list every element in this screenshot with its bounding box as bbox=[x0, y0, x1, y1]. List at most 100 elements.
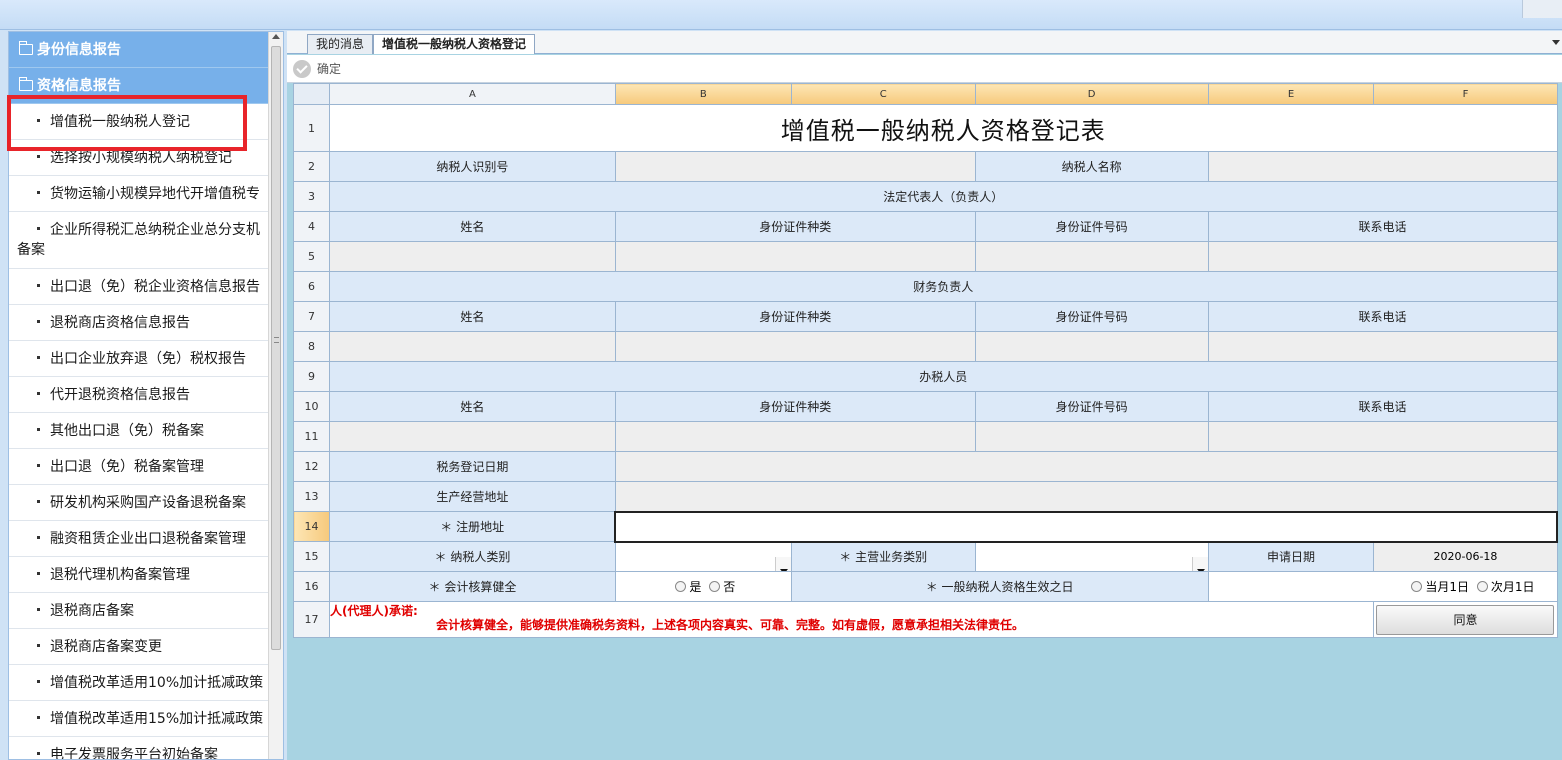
sidebar-item-label: 出口退（免）税备案管理 bbox=[50, 459, 204, 475]
agree-button[interactable]: 同意 bbox=[1376, 604, 1555, 635]
legal-rep-name-field[interactable] bbox=[328, 241, 616, 272]
row-header[interactable]: 1 bbox=[293, 104, 330, 152]
column-header[interactable]: D bbox=[974, 83, 1209, 105]
chevron-down-icon[interactable] bbox=[1191, 556, 1208, 571]
sidebar-item-label: 研发机构采购国产设备退税备案 bbox=[50, 495, 246, 511]
row-header[interactable]: 2 bbox=[293, 151, 330, 182]
handler-id-number-field[interactable] bbox=[974, 421, 1209, 452]
sidebar-scrollbar[interactable] bbox=[268, 32, 283, 759]
sidebar-item-label: 退税商店资格信息报告 bbox=[50, 315, 190, 331]
main-business-select[interactable] bbox=[974, 541, 1209, 572]
sheet-corner[interactable] bbox=[293, 83, 330, 105]
row-header[interactable]: 6 bbox=[293, 271, 330, 302]
column-header[interactable]: E bbox=[1207, 83, 1375, 105]
row-header[interactable]: 15 bbox=[293, 541, 330, 572]
tab-bar: 我的消息 增值税一般纳税人资格登记 bbox=[287, 31, 1562, 54]
row-header[interactable]: 5 bbox=[293, 241, 330, 272]
sidebar-item[interactable]: 增值税改革适用10%加计抵减政策 bbox=[9, 665, 269, 701]
sidebar-item[interactable]: 研发机构采购国产设备退税备案 bbox=[9, 485, 269, 521]
sidebar-item-label: 电子发票服务平台初始备案 bbox=[50, 747, 218, 760]
radio-no[interactable] bbox=[709, 581, 721, 592]
sidebar-item-label: 选择按小规模纳税人纳税登记 bbox=[50, 150, 232, 166]
sidebar-item[interactable]: 增值税改革适用15%加计抵减政策 bbox=[9, 701, 269, 737]
bullet-icon bbox=[37, 284, 40, 287]
tab-menu-chevron-down-icon[interactable] bbox=[1552, 40, 1560, 45]
sidebar-item[interactable]: 代开退税资格信息报告 bbox=[9, 377, 269, 413]
radio-current-month[interactable] bbox=[1411, 581, 1423, 592]
sidebar-item[interactable]: 其他出口退（免）税备案 bbox=[9, 413, 269, 449]
id-type-column-label: 身份证件种类 bbox=[614, 211, 976, 242]
sidebar-item[interactable]: 货物运输小规模异地代开增值税专 bbox=[9, 176, 269, 212]
bullet-icon bbox=[37, 500, 40, 503]
taxpayer-type-select[interactable] bbox=[614, 541, 792, 572]
main-panel: 我的消息 增值税一般纳税人资格登记 确定 A B C D E F 1 增值税一般… bbox=[287, 31, 1562, 760]
row-header[interactable]: 7 bbox=[293, 301, 330, 332]
finance-id-number-field[interactable] bbox=[974, 331, 1209, 362]
tab-my-messages[interactable]: 我的消息 bbox=[307, 34, 374, 54]
sidebar-item-label: 退税商店备案变更 bbox=[50, 639, 162, 655]
sidebar-item[interactable]: 融资租赁企业出口退税备案管理 bbox=[9, 521, 269, 557]
business-address-field[interactable] bbox=[614, 481, 1558, 512]
bullet-icon bbox=[37, 536, 40, 539]
column-header[interactable]: B bbox=[614, 83, 792, 105]
row-header[interactable]: 4 bbox=[293, 211, 330, 242]
scroll-up-arrow-icon[interactable] bbox=[272, 34, 280, 39]
sidebar-item[interactable]: 退税商店备案变更 bbox=[9, 629, 269, 665]
radio-yes[interactable] bbox=[675, 581, 687, 592]
legal-rep-phone-field[interactable] bbox=[1207, 241, 1558, 272]
chevron-down-icon[interactable] bbox=[774, 556, 791, 571]
scrollbar-thumb[interactable] bbox=[271, 46, 281, 650]
handler-id-type-field[interactable] bbox=[614, 421, 976, 452]
taxpayer-name-field[interactable] bbox=[1207, 151, 1558, 182]
sidebar-item[interactable]: 企业所得税汇总纳税企业总分支机备案 bbox=[9, 212, 269, 269]
row-header[interactable]: 3 bbox=[293, 181, 330, 212]
top-strip bbox=[0, 0, 1562, 30]
confirm-button[interactable]: 确定 bbox=[293, 59, 341, 79]
finance-section-label: 财务负责人 bbox=[328, 271, 1558, 302]
bullet-icon bbox=[37, 680, 40, 683]
finance-name-field[interactable] bbox=[328, 331, 616, 362]
legal-rep-id-number-field[interactable] bbox=[974, 241, 1209, 272]
finance-phone-field[interactable] bbox=[1207, 331, 1558, 362]
tax-reg-date-field[interactable] bbox=[614, 451, 1558, 482]
sidebar-item[interactable]: 退税商店备案 bbox=[9, 593, 269, 629]
finance-id-type-field[interactable] bbox=[614, 331, 976, 362]
window-control-area bbox=[1522, 0, 1562, 18]
row-header[interactable]: 13 bbox=[293, 481, 330, 512]
sidebar-header-identity[interactable]: 身份信息报告 bbox=[9, 32, 269, 68]
row-header[interactable]: 16 bbox=[293, 571, 330, 602]
tax-reg-date-label: 税务登记日期 bbox=[328, 451, 616, 482]
taxpayer-name-label: 纳税人名称 bbox=[974, 151, 1209, 182]
bullet-icon bbox=[37, 392, 40, 395]
sidebar-item[interactable]: 退税代理机构备案管理 bbox=[9, 557, 269, 593]
row-header[interactable]: 17 bbox=[293, 601, 330, 638]
sidebar-item-label: 退税商店备案 bbox=[50, 603, 134, 619]
registered-address-input[interactable] bbox=[614, 510, 1558, 543]
radio-next-month[interactable] bbox=[1476, 581, 1488, 592]
bullet-icon bbox=[37, 716, 40, 719]
column-header[interactable]: F bbox=[1373, 83, 1558, 105]
row-header[interactable]: 10 bbox=[293, 391, 330, 422]
sidebar-item[interactable]: 出口退（免）税备案管理 bbox=[9, 449, 269, 485]
folder-open-icon bbox=[18, 77, 33, 91]
row-header[interactable]: 11 bbox=[293, 421, 330, 452]
column-header[interactable]: C bbox=[790, 83, 976, 105]
phone-column-label: 联系电话 bbox=[1207, 391, 1558, 422]
taxpayer-id-field[interactable] bbox=[614, 151, 976, 182]
sidebar-item[interactable]: 退税商店资格信息报告 bbox=[9, 305, 269, 341]
sidebar-item[interactable]: 电子发票服务平台初始备案 bbox=[9, 737, 269, 760]
handler-name-field[interactable] bbox=[328, 421, 616, 452]
tab-vat-registration[interactable]: 增值税一般纳税人资格登记 bbox=[373, 34, 536, 54]
sidebar-item[interactable]: 出口退（免）税企业资格信息报告 bbox=[9, 269, 269, 305]
row-header[interactable]: 12 bbox=[293, 451, 330, 482]
sidebar-item[interactable]: 出口企业放弃退（免）税权报告 bbox=[9, 341, 269, 377]
legal-rep-id-type-field[interactable] bbox=[614, 241, 976, 272]
row-header[interactable]: 8 bbox=[293, 331, 330, 362]
handler-phone-field[interactable] bbox=[1207, 421, 1558, 452]
row-header[interactable]: 9 bbox=[293, 361, 330, 392]
id-number-column-label: 身份证件号码 bbox=[974, 211, 1209, 242]
radio-no-label: 否 bbox=[723, 580, 736, 594]
row-header[interactable]: 14 bbox=[293, 511, 330, 542]
column-header[interactable]: A bbox=[328, 83, 616, 105]
radio-next-month-label: 次月1日 bbox=[1490, 580, 1535, 594]
